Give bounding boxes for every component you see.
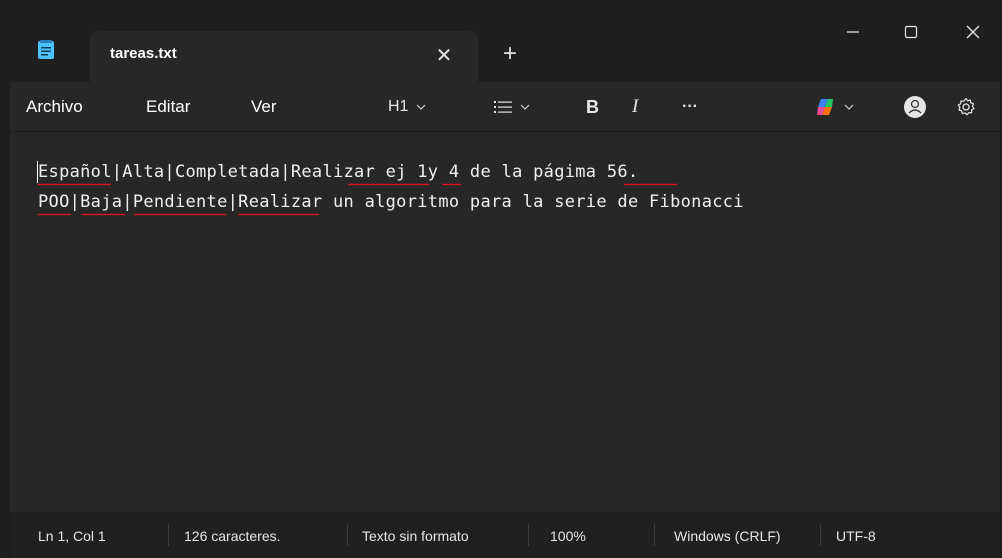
- character-count: 126 caracteres.: [184, 528, 281, 544]
- list-icon: [494, 101, 512, 113]
- tab-close-button[interactable]: ✕: [430, 41, 458, 69]
- chevron-down-icon: [417, 104, 426, 110]
- cursor-position[interactable]: Ln 1, Col 1: [38, 528, 106, 544]
- new-tab-button[interactable]: +: [496, 40, 524, 68]
- text-editor[interactable]: Español|Alta|Completada|Realizar ej 1y 4…: [10, 132, 1000, 510]
- maximize-button[interactable]: [888, 12, 934, 52]
- close-window-button[interactable]: [950, 12, 996, 52]
- spellcheck-underline: [348, 183, 429, 186]
- minimize-button[interactable]: [830, 12, 876, 52]
- text-format[interactable]: Texto sin formato: [362, 528, 469, 544]
- spellcheck-underline: [624, 183, 677, 186]
- status-divider: [528, 524, 529, 546]
- zoom-level[interactable]: 100%: [550, 528, 586, 544]
- spellcheck-underline: [134, 213, 226, 216]
- document-line-2: POO|Baja|Pendiente|Realizar un algoritmo…: [38, 192, 744, 212]
- chevron-down-icon: [844, 104, 854, 110]
- notepad-window: tareas.txt ✕ + Archivo Editar Ver H1 B I…: [10, 12, 1000, 558]
- status-bar: Ln 1, Col 1 126 caracteres. Texto sin fo…: [10, 512, 1000, 558]
- spellcheck-underlines: [38, 183, 677, 216]
- spellcheck-underline: [82, 213, 125, 216]
- copilot-icon: [817, 99, 833, 115]
- bold-button[interactable]: B: [586, 93, 599, 121]
- spellcheck-underline: [238, 213, 319, 216]
- document-line-1: Español|Alta|Completada|Realizar ej 1y 4…: [38, 162, 639, 182]
- menu-archivo[interactable]: Archivo: [26, 97, 83, 117]
- spellcheck-underline: [38, 183, 111, 186]
- status-divider: [347, 524, 348, 546]
- encoding[interactable]: UTF-8: [836, 528, 876, 544]
- menu-ver[interactable]: Ver: [251, 97, 277, 117]
- list-dropdown[interactable]: [494, 93, 530, 121]
- spellcheck-underline: [442, 183, 461, 186]
- close-icon: [966, 25, 980, 39]
- status-divider: [820, 524, 821, 546]
- settings-button[interactable]: [956, 93, 976, 121]
- status-divider: [654, 524, 655, 546]
- italic-button[interactable]: I: [632, 93, 638, 121]
- menu-editar[interactable]: Editar: [146, 97, 190, 117]
- tab-tareas[interactable]: tareas.txt ✕: [90, 31, 478, 83]
- account-icon: [904, 96, 926, 118]
- heading-label: H1: [388, 98, 409, 115]
- menu-bar: Archivo Editar Ver H1 B I ···: [10, 83, 1000, 132]
- heading-dropdown[interactable]: H1: [388, 93, 426, 121]
- copilot-dropdown[interactable]: [816, 93, 854, 121]
- maximize-icon: [904, 25, 918, 39]
- minimize-icon: [847, 31, 859, 33]
- status-divider: [168, 524, 169, 546]
- gear-icon: [957, 97, 975, 116]
- account-button[interactable]: [903, 93, 927, 121]
- tab-title: tareas.txt: [110, 45, 177, 62]
- more-options-button[interactable]: ···: [682, 93, 698, 121]
- chevron-down-icon: [520, 104, 530, 110]
- title-bar: tareas.txt ✕ +: [10, 12, 1000, 83]
- line-ending[interactable]: Windows (CRLF): [674, 528, 781, 544]
- spellcheck-underline: [38, 213, 71, 216]
- notepad-app-icon: [38, 40, 54, 59]
